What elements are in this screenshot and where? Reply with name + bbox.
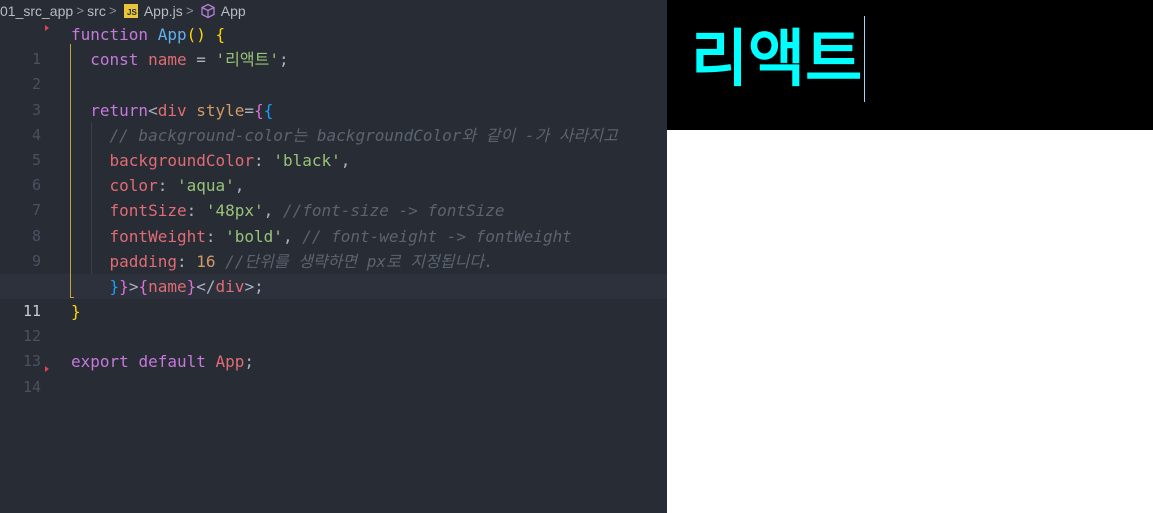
string: 'aqua' (176, 176, 235, 196)
jsx-tag: div (215, 276, 245, 296)
code-line-current[interactable]: 11 }}>{name}</div>; (0, 273, 667, 320)
keyword: return (90, 100, 149, 120)
string: 'bold' (225, 226, 283, 246)
operator: = (196, 50, 206, 70)
jsx-attribute: style (196, 100, 245, 120)
code-line[interactable]: 12 } (0, 299, 667, 345)
brace: } (109, 276, 120, 296)
punctuation: , (263, 201, 274, 221)
brace: } (71, 302, 81, 322)
punctuation: </ (196, 276, 216, 296)
code-line[interactable]: 2 const name = '리액트'; (0, 47, 667, 93)
punctuation: , (234, 176, 245, 196)
browser-preview: 리액트 (667, 0, 1153, 513)
code-line[interactable]: 7 color: 'aqua', (0, 173, 667, 219)
code-line[interactable]: 10 padding: 16 //단위를 생략하면 px로 지정됩니다. (0, 249, 667, 295)
brace: { (215, 25, 226, 44)
code-line[interactable]: 9 fontWeight: 'bold', // font-weight -> … (0, 224, 667, 270)
chevron-right-icon: > (109, 3, 117, 18)
code-line[interactable]: 13 (0, 324, 667, 370)
punctuation: > (244, 276, 255, 296)
keyword: const (90, 50, 139, 70)
variable: name (148, 276, 187, 296)
breadcrumb-subfolder[interactable]: src (87, 3, 106, 19)
code-editor[interactable]: 01_src_app > src > JS App.js > App 1 fun… (0, 0, 667, 513)
property-key: padding (109, 251, 177, 271)
comment: //font-size -> fontSize (282, 201, 505, 221)
operator: = (244, 100, 255, 120)
code-line[interactable]: 6 backgroundColor: 'black', (0, 148, 667, 194)
keyword: export (71, 352, 129, 372)
brace: } (119, 276, 129, 296)
code-line[interactable]: 4 return<div style={{ (0, 98, 667, 144)
code-line[interactable]: 14 export default App; (0, 349, 667, 395)
brace: } (186, 276, 197, 296)
punctuation: > (128, 276, 139, 296)
punctuation: : (157, 176, 168, 196)
punctuation: ; (278, 50, 289, 70)
function-name: App (157, 25, 187, 44)
string: '48px' (205, 201, 264, 221)
breadcrumb-symbol[interactable]: App (221, 3, 246, 19)
keyword: function (71, 25, 149, 44)
parens: () (186, 25, 206, 44)
rendered-text: 리액트 (691, 22, 863, 95)
rendered-div: 리액트 (667, 0, 1153, 130)
string: '리액트' (215, 50, 279, 70)
jsx-tag: div (157, 100, 187, 120)
code-line[interactable]: 1 function App() { (0, 22, 667, 68)
punctuation: : (176, 251, 187, 271)
string: 'black' (273, 150, 341, 170)
brace: { (254, 100, 264, 120)
property-key: color (109, 176, 158, 196)
variable: App (215, 352, 245, 372)
punctuation: : (186, 201, 197, 221)
bracket-pair-guide (70, 44, 74, 298)
property-key: fontSize (109, 201, 187, 221)
comment: //단위를 생략하면 px로 지정됩니다. (225, 251, 494, 271)
line-number: 14 (22, 377, 41, 396)
comment: // background-color는 backgroundColor와 같이… (109, 125, 618, 145)
keyword: default (138, 352, 206, 372)
brace: { (263, 100, 274, 120)
punctuation: , (282, 226, 293, 246)
punctuation: ; (244, 352, 255, 372)
text-cursor (864, 16, 866, 102)
punctuation: < (148, 100, 158, 120)
breadcrumb: 01_src_app > src > JS App.js > App (0, 0, 667, 21)
app-window: 01_src_app > src > JS App.js > App 1 fun… (0, 0, 1153, 513)
punctuation: ; (254, 276, 264, 296)
code-line[interactable]: 8 fontSize: '48px', //font-size -> fontS… (0, 198, 667, 244)
breadcrumb-folder[interactable]: 01_src_app (0, 3, 73, 19)
comment: // font-weight -> fontWeight (302, 226, 572, 246)
property-key: backgroundColor (109, 150, 255, 170)
chevron-right-icon: > (185, 3, 194, 18)
property-key: fontWeight (109, 226, 206, 246)
javascript-file-icon: JS (123, 3, 138, 18)
code-area[interactable]: 1 function App() { 2 const name = '리액트';… (0, 22, 667, 396)
punctuation: : (205, 226, 216, 246)
variable: name (148, 50, 187, 70)
chevron-right-icon: > (76, 3, 84, 18)
code-line[interactable]: 5 // background-color는 backgroundColor와 … (0, 123, 667, 169)
breadcrumb-file[interactable]: App.js (144, 3, 183, 19)
component-cube-icon (201, 3, 215, 18)
breakpoint-marker-icon (45, 366, 49, 373)
breakpoint-marker-icon (45, 25, 49, 31)
brace: { (138, 276, 149, 296)
code-line[interactable]: 3 (0, 72, 667, 119)
number: 16 (196, 251, 216, 271)
punctuation: , (340, 150, 351, 170)
punctuation: : (254, 150, 264, 170)
